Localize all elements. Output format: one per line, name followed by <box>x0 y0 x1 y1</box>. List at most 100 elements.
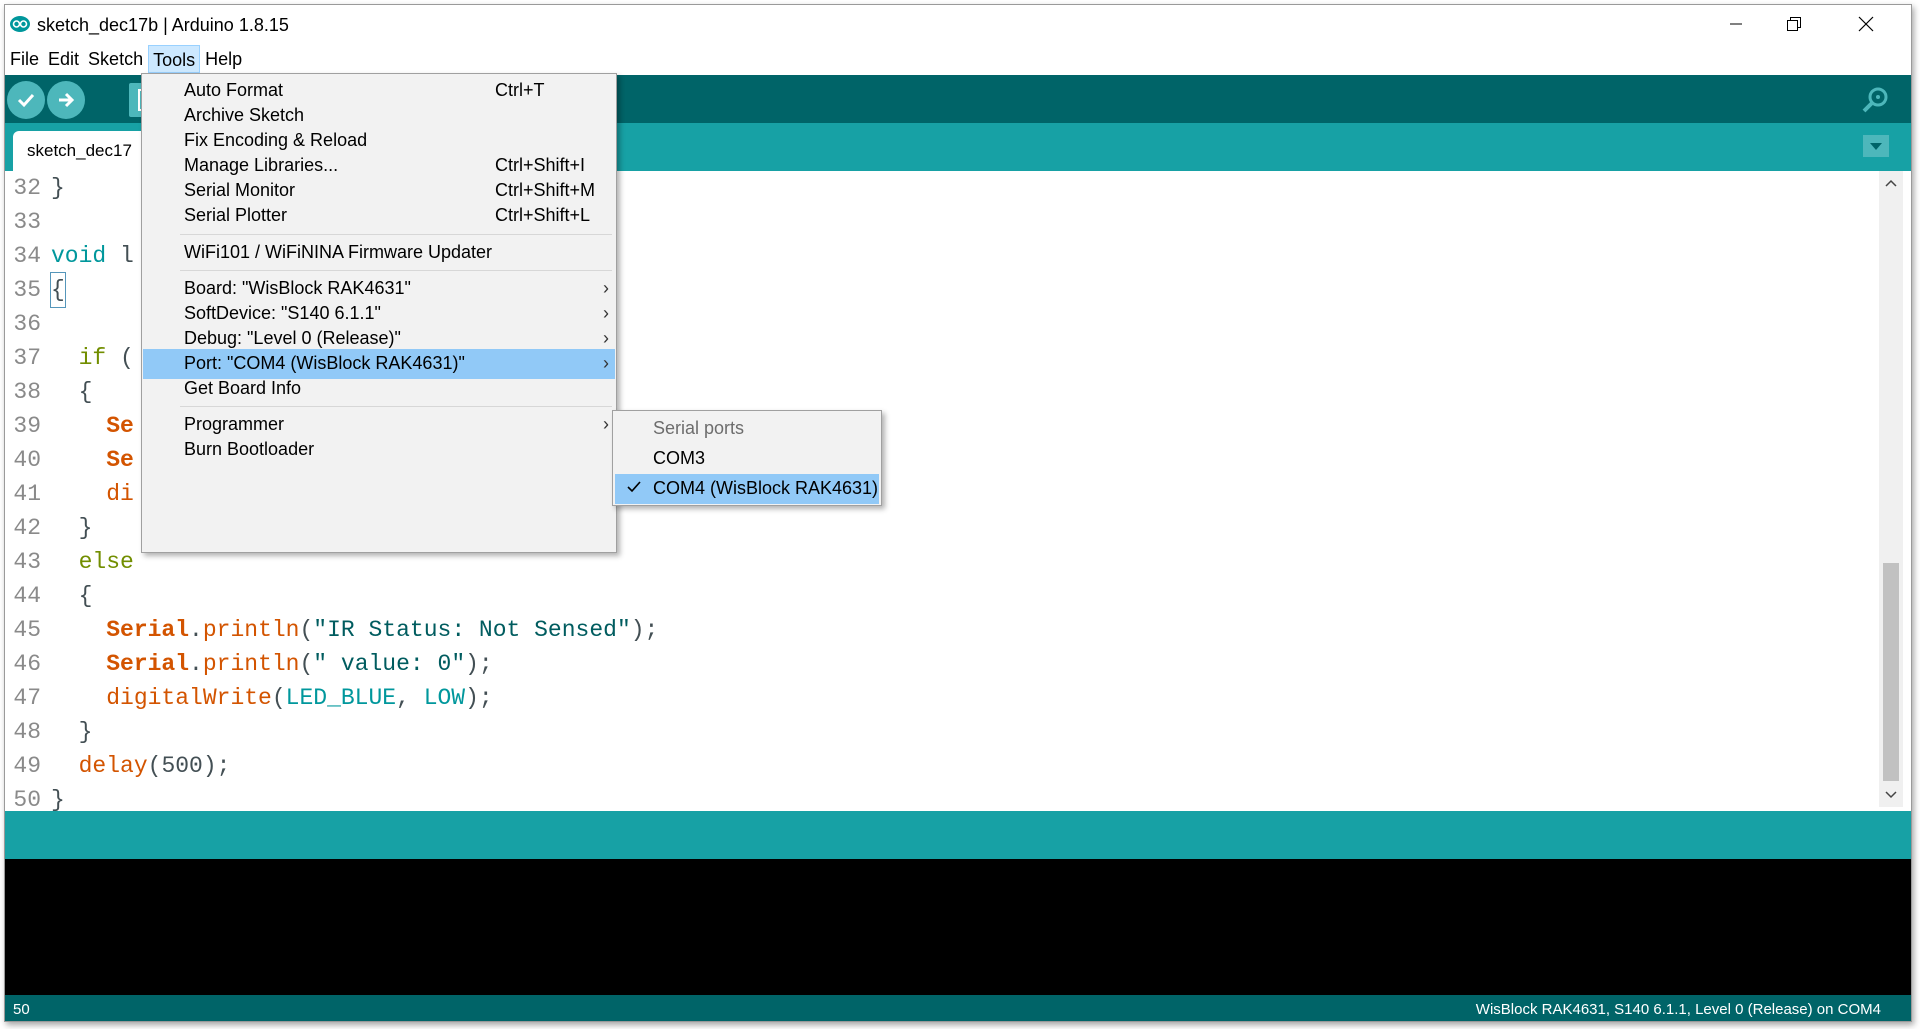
scrollbar-thumb[interactable] <box>1883 563 1899 781</box>
menu-item-firmware-updater[interactable]: WiFi101 / WiFiNINA Firmware Updater <box>143 238 615 268</box>
code-text: } <box>51 719 93 745</box>
line-number: 38 <box>13 379 41 405</box>
chevron-right-icon: › <box>603 303 609 323</box>
line-number: 41 <box>13 481 41 507</box>
checkmark-icon <box>17 93 35 108</box>
checkmark-icon <box>627 481 641 493</box>
chevron-right-icon: › <box>603 414 609 434</box>
line-number: 45 <box>13 617 41 643</box>
submenu-header-label: Serial ports <box>653 418 745 438</box>
chevron-down-icon <box>1870 143 1882 150</box>
menu-separator <box>180 270 612 271</box>
code-text: { <box>51 583 93 609</box>
code-token: void <box>51 243 107 269</box>
tab-menu-button[interactable] <box>1863 135 1889 157</box>
port-option-com4[interactable]: COM4 (WisBlock RAK4631) <box>615 474 879 504</box>
code-line: 48 } <box>5 715 1885 749</box>
close-button[interactable] <box>1837 5 1895 43</box>
menu-item-label: Debug: "Level 0 (Release)" <box>184 328 401 348</box>
magnifier-icon <box>1862 87 1888 113</box>
menu-item-shortcut: Ctrl+Shift+I <box>495 155 586 175</box>
code-text: Se <box>51 443 134 477</box>
code-text: di <box>51 477 134 511</box>
code-token: Se <box>106 413 134 439</box>
chevron-right-icon: › <box>603 328 609 348</box>
code-token: " value: 0" <box>313 651 466 677</box>
minimize-button[interactable] <box>1707 5 1765 43</box>
code-token: delay <box>78 753 148 779</box>
code-text: { <box>51 379 93 405</box>
port-submenu: Serial ports COM3 COM4 (WisBlock RAK4631… <box>612 410 882 506</box>
code-text: Serial.println("IR Status: Not Sensed"); <box>106 617 659 643</box>
line-number: 37 <box>13 345 41 371</box>
port-option-com3[interactable]: COM3 <box>615 444 879 474</box>
code-text: digitalWrite(LED_BLUE, LOW); <box>106 685 493 711</box>
menu-sketch[interactable]: Sketch <box>84 45 147 73</box>
window-title: sketch_dec17b | Arduino 1.8.15 <box>37 15 289 35</box>
upload-button[interactable] <box>47 81 85 119</box>
code-token: Serial <box>106 651 190 677</box>
line-number: 43 <box>13 549 41 575</box>
menu-item-label: Get Board Info <box>184 378 302 398</box>
line-number: 36 <box>13 311 41 337</box>
line-number: 33 <box>13 209 41 235</box>
scroll-down-button[interactable] <box>1879 785 1903 805</box>
minimize-icon <box>1730 23 1742 25</box>
menu-item-label: Serial Plotter <box>184 205 288 225</box>
menu-item-label: Serial Monitor <box>184 180 296 200</box>
line-number: 34 <box>13 243 41 269</box>
close-icon <box>1858 16 1874 32</box>
console-header <box>5 811 1911 859</box>
serial-monitor-button[interactable] <box>1859 83 1893 117</box>
code-token: LED_BLUE <box>285 685 397 711</box>
code-token: . <box>189 617 203 643</box>
vertical-scrollbar[interactable] <box>1879 171 1903 807</box>
chevron-right-icon: › <box>603 353 609 373</box>
arduino-logo-icon <box>10 16 30 32</box>
code-token: digitalWrite <box>106 685 272 711</box>
line-number: 32 <box>13 175 41 201</box>
title-bar: sketch_dec17b | Arduino 1.8.15 <box>5 5 1911 43</box>
code-token: di <box>106 481 134 507</box>
menu-item-shortcut: Ctrl+Shift+M <box>495 180 596 200</box>
submenu-header-serial-ports: Serial ports <box>615 414 879 444</box>
menu-separator <box>180 406 612 407</box>
menu-item-get-board-info[interactable]: Get Board Info <box>143 374 615 404</box>
chevron-right-icon: › <box>603 278 609 298</box>
menu-item-shortcut: Ctrl+T <box>495 80 545 100</box>
restore-button[interactable] <box>1765 5 1823 43</box>
menu-item-label: Manage Libraries... <box>184 155 339 175</box>
tools-menu: Auto Format Ctrl+T Archive Sketch Fix Enc… <box>141 73 617 553</box>
menu-item-label: SoftDevice: "S140 6.1.1" <box>184 303 381 323</box>
code-line: 46 Serial.println(" value: 0"); <box>5 647 1885 681</box>
menu-item-shortcut: Ctrl+Shift+L <box>495 205 591 225</box>
menu-bar: File Edit Sketch Tools Help <box>5 45 1911 73</box>
status-bar: 50 WisBlock RAK4631, S140 6.1.1, Level 0… <box>5 995 1911 1021</box>
code-token: LOW <box>423 685 466 711</box>
port-option-label: COM3 <box>653 448 706 468</box>
menu-item-serial-plotter[interactable]: Serial Plotter Ctrl+Shift+L <box>143 201 615 231</box>
menu-item-burn-bootloader[interactable]: Burn Bootloader <box>143 435 615 465</box>
code-token: Se <box>106 447 134 473</box>
code-token: Serial <box>106 617 190 643</box>
menu-file[interactable]: File <box>6 45 43 73</box>
menu-edit[interactable]: Edit <box>44 45 83 73</box>
code-token: println <box>202 651 300 677</box>
restore-icon <box>1787 17 1801 31</box>
code-text: Serial.println(" value: 0"); <box>106 651 493 677</box>
line-number: 42 <box>13 515 41 541</box>
scroll-up-button[interactable] <box>1879 173 1903 193</box>
code-line: 44 { <box>5 579 1885 613</box>
verify-button[interactable] <box>7 81 45 119</box>
menu-tools[interactable]: Tools <box>148 45 201 73</box>
code-token: ( <box>106 345 134 371</box>
tab-sketch-label: sketch_dec17 <box>27 141 132 160</box>
code-text: Se <box>51 409 134 443</box>
menu-help[interactable]: Help <box>201 45 246 73</box>
console-output[interactable] <box>5 859 1911 995</box>
code-text: } <box>51 175 65 201</box>
menu-item-label: Programmer <box>184 414 285 434</box>
chevron-up-icon <box>1885 179 1897 187</box>
code-token: "IR Status: Not Sensed" <box>313 617 631 643</box>
matched-brace: { <box>50 272 66 308</box>
